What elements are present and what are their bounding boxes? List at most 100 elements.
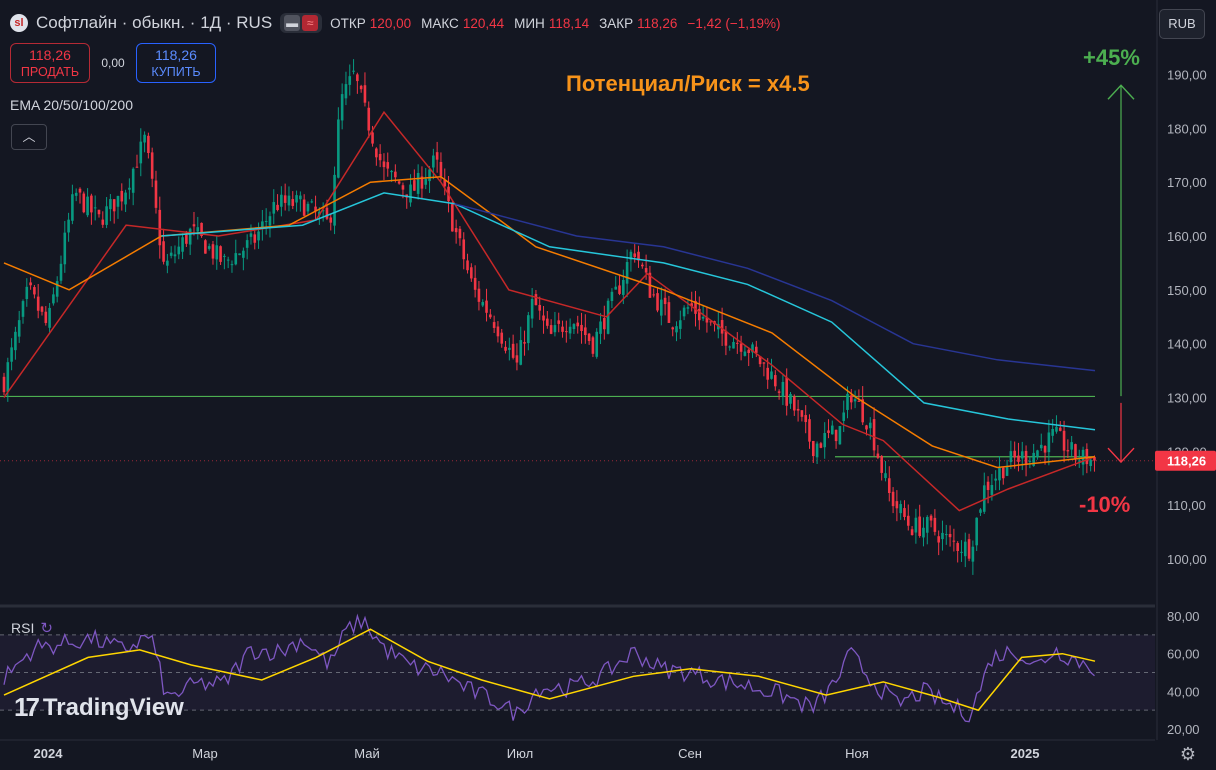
candle-body (633, 253, 637, 257)
visibility-pill[interactable]: ▬ ≈ (280, 13, 323, 33)
candle-body (899, 504, 902, 514)
candle-body (14, 331, 17, 351)
candle-body (435, 152, 439, 160)
candle-body (1013, 450, 1016, 458)
candle-body (90, 195, 93, 213)
candle-body (568, 326, 572, 334)
candle-body (424, 178, 428, 185)
candle-body (173, 254, 177, 257)
candle-body (188, 228, 192, 245)
candle-body (394, 171, 397, 178)
candle-body (82, 193, 86, 213)
candle-body (283, 195, 287, 203)
candle-body (215, 245, 219, 260)
rsi-tick-label: 80,00 (1167, 609, 1200, 624)
candle-body (477, 288, 481, 302)
candle-body (401, 185, 405, 190)
candle-body (489, 314, 492, 318)
upside-annotation: +45% (1083, 45, 1140, 70)
candle-body (458, 228, 462, 239)
candle-body (865, 425, 868, 430)
candle-body (359, 85, 363, 90)
currency-button[interactable]: RUB (1159, 9, 1205, 39)
candle-body (576, 322, 580, 327)
close-label: ЗАКР (599, 15, 634, 31)
candle-body (800, 410, 804, 417)
minus-icon[interactable]: ▬ (284, 15, 301, 31)
collapse-indicators-button[interactable]: ︿ (11, 124, 47, 150)
price-tick-label: 140,00 (1167, 337, 1207, 352)
candle-body (625, 262, 629, 284)
candle-body (55, 281, 59, 297)
candle-body (614, 286, 618, 290)
candle-body (386, 162, 390, 169)
candle-body (998, 467, 1001, 481)
candle-body (131, 168, 135, 193)
candle-body (356, 74, 359, 82)
candle-body (1001, 467, 1005, 479)
candle-body (74, 192, 78, 196)
candle-body (952, 540, 956, 542)
low-value: 118,14 (548, 15, 590, 31)
candle-body (918, 516, 921, 536)
candle-body (128, 187, 131, 190)
candle-body (641, 264, 644, 267)
candle-body (177, 246, 181, 255)
candle-body (1089, 459, 1092, 467)
candle-body (766, 367, 769, 380)
candle-body (530, 298, 534, 319)
candle-body (553, 325, 557, 333)
candle-body (154, 180, 158, 208)
candle-body (667, 302, 671, 323)
candle-body (944, 534, 948, 536)
candle-body (276, 204, 279, 211)
candle-body (682, 307, 686, 317)
candle-body (268, 216, 272, 226)
candles[interactable] (2, 59, 1096, 575)
candle-body (1009, 451, 1013, 463)
time-tick-label: Ноя (845, 746, 869, 761)
candle-body (409, 184, 412, 203)
candle-body (975, 517, 978, 546)
rsi-legend[interactable]: RSI ↻ (11, 619, 53, 637)
price-chart[interactable]: 190,00180,00170,00160,00150,00140,00130,… (0, 0, 1216, 770)
candle-body (196, 227, 200, 232)
open-value: 120,00 (369, 15, 412, 31)
candle-body (819, 443, 823, 448)
candle-body (1020, 451, 1024, 459)
candle-body (470, 267, 473, 279)
candle-body (135, 166, 139, 168)
candle-body (249, 233, 253, 237)
price-tick-label: 190,00 (1167, 68, 1207, 83)
candle-body (230, 264, 234, 266)
candle-body (86, 196, 89, 216)
candle-body (21, 301, 25, 317)
wave-icon[interactable]: ≈ (302, 15, 319, 31)
symbol-title[interactable]: Софтлайн · обыкн. · 1Д · RUS (36, 13, 272, 33)
ema50-line (3, 176, 1096, 469)
price-tick-label: 110,00 (1167, 498, 1206, 513)
ema-legend[interactable]: EMA 20/50/100/200 (10, 97, 133, 113)
candle-body (557, 320, 561, 324)
trade-panel: 118,26 ПРОДАТЬ 0,00 118,26 КУПИТЬ (10, 43, 216, 83)
settings-gear-icon[interactable]: ⚙ (1177, 743, 1199, 765)
level-lines (0, 395, 1155, 462)
candle-body (538, 304, 542, 311)
candle-body (432, 155, 435, 168)
loading-icon: ↻ (40, 620, 53, 637)
ohlc-values: ОТКР 120,00 МАКС 120,44 МИН 118,14 ЗАКР 118,… (330, 16, 786, 31)
candle-body (732, 341, 735, 349)
candle-body (508, 347, 511, 350)
candle-body (986, 481, 990, 491)
candle-body (363, 85, 367, 103)
sell-button[interactable]: 118,26 ПРОДАТЬ (10, 43, 90, 83)
candle-body (204, 240, 207, 254)
ema-lines (3, 110, 1096, 512)
candle-body (1051, 428, 1054, 436)
candle-body (101, 219, 105, 225)
candle-body (150, 152, 154, 179)
candle-body (1055, 426, 1058, 432)
candle-body (922, 527, 925, 538)
buy-button[interactable]: 118,26 КУПИТЬ (136, 43, 216, 83)
candle-body (755, 346, 758, 353)
